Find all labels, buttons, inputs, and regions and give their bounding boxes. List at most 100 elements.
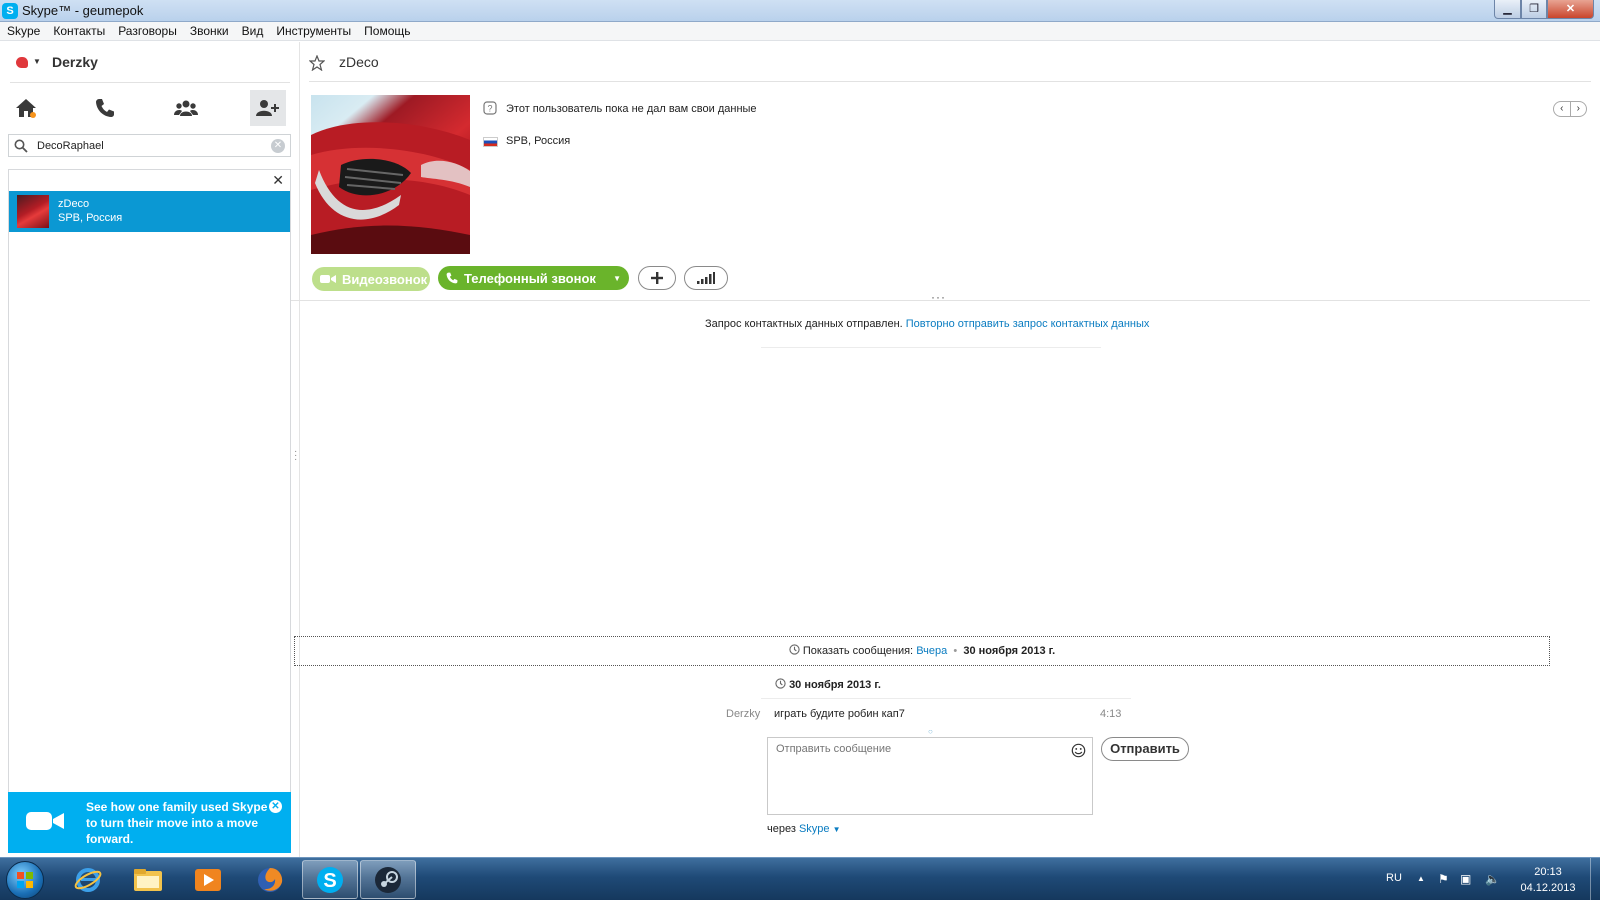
- menu-contacts[interactable]: Контакты: [46, 22, 111, 38]
- action-center-flag-icon[interactable]: ⚑: [1438, 872, 1449, 886]
- typing-indicator: ○: [928, 727, 933, 736]
- taskbar-steam[interactable]: [360, 860, 416, 899]
- message-time: 4:13: [1100, 708, 1122, 720]
- via-skype-link[interactable]: Skype: [799, 823, 830, 835]
- close-results-button[interactable]: ✕: [272, 172, 284, 189]
- previous-button[interactable]: ‹: [1554, 102, 1571, 116]
- divider: [761, 698, 1131, 699]
- menu-calls[interactable]: Звонки: [183, 22, 235, 38]
- clock-icon: [775, 678, 786, 689]
- phone-icon: [96, 99, 114, 117]
- promo-banner[interactable]: See how one family used Skype to turn th…: [8, 792, 291, 853]
- show-hidden-icons-button[interactable]: ▲: [1417, 874, 1425, 883]
- via-label: через: [767, 823, 796, 835]
- contact-result-row[interactable]: zDeco SPB, Россия: [9, 191, 290, 232]
- contact-result-name: zDeco: [58, 198, 90, 210]
- divider: [309, 81, 1591, 82]
- contact-result-location: SPB, Россия: [58, 212, 123, 224]
- chevron-down-icon[interactable]: ▼: [833, 825, 841, 834]
- taskbar-ie[interactable]: [60, 860, 116, 899]
- menu-conversations[interactable]: Разговоры: [111, 22, 183, 38]
- video-call-label: Видеозвонок: [342, 271, 428, 287]
- search-results: ✕ zDeco SPB, Россия: [8, 169, 291, 824]
- close-promo-button[interactable]: ✕: [269, 800, 282, 813]
- status-icon: [16, 57, 28, 68]
- firefox-icon: [258, 867, 283, 892]
- resend-request-link[interactable]: Повторно отправить запрос контактных дан…: [906, 318, 1150, 330]
- clock-time[interactable]: 20:13: [1518, 866, 1578, 878]
- svg-text:S: S: [323, 870, 336, 892]
- search-icon: [14, 139, 28, 153]
- skype-logo-icon: S: [2, 3, 18, 19]
- add-contact-button[interactable]: [250, 90, 286, 126]
- panel-splitter[interactable]: · · ·: [294, 447, 297, 465]
- window-title: Skype™ - geumepok: [22, 3, 144, 18]
- menu-help[interactable]: Помощь: [357, 22, 416, 38]
- contact-request-notice: Запрос контактных данных отправлен. Повт…: [705, 318, 1149, 330]
- taskbar-media-player[interactable]: [180, 860, 236, 899]
- divider: [761, 347, 1101, 348]
- show-desktop-button[interactable]: [1590, 858, 1600, 901]
- close-window-button[interactable]: ✕: [1547, 0, 1594, 19]
- russia-flag-icon: [483, 137, 498, 147]
- taskbar-skype[interactable]: S: [302, 860, 358, 899]
- divider: [10, 82, 290, 83]
- history-yesterday-link[interactable]: Вчера: [916, 645, 947, 657]
- skype-icon: S: [317, 866, 343, 893]
- media-player-icon: [195, 868, 221, 891]
- car-image: [311, 122, 470, 254]
- next-button[interactable]: ›: [1571, 102, 1587, 116]
- date-header: 30 ноября 2013 г.: [775, 678, 881, 691]
- taskbar-explorer[interactable]: [120, 860, 176, 899]
- send-button[interactable]: Отправить: [1101, 737, 1189, 761]
- history-bar: Показать сообщения: Вчера • 30 ноября 20…: [294, 636, 1550, 666]
- sidebar: ▼ Derzky ✕ ✕ zDeco SPB, Россия See how o…: [0, 42, 300, 857]
- network-icon[interactable]: ▣: [1460, 872, 1471, 886]
- avatar: [17, 195, 49, 228]
- date-header-text: 30 ноября 2013 г.: [789, 679, 881, 691]
- clear-search-button[interactable]: ✕: [271, 139, 285, 153]
- emoticon-icon[interactable]: [1071, 743, 1086, 758]
- home-icon: [16, 99, 36, 118]
- add-button[interactable]: [638, 266, 676, 290]
- plus-icon: [651, 272, 663, 284]
- menu-skype[interactable]: Skype: [0, 22, 46, 38]
- video-camera-icon: [26, 812, 64, 830]
- star-icon[interactable]: [309, 55, 325, 71]
- menu-view[interactable]: Вид: [235, 22, 270, 38]
- add-contact-icon: [256, 100, 279, 116]
- history-label: Показать сообщения:: [802, 645, 914, 657]
- history-date[interactable]: 30 ноября 2013 г.: [963, 645, 1055, 657]
- groups-button[interactable]: [168, 90, 204, 126]
- minimize-button[interactable]: ▁: [1494, 0, 1521, 19]
- taskbar-firefox[interactable]: [242, 860, 298, 899]
- expand-header-handle[interactable]: ···: [931, 290, 946, 304]
- video-call-button[interactable]: Видеозвонок: [312, 267, 430, 291]
- call-quality-button[interactable]: [684, 266, 728, 290]
- language-indicator[interactable]: RU: [1386, 872, 1402, 884]
- bullet-separator: •: [950, 645, 961, 657]
- message-sender: Derzky: [726, 708, 761, 720]
- message-input[interactable]: [776, 743, 1066, 803]
- conversation-panel: zDeco ? Этот пользователь пока не дал ва…: [291, 42, 1600, 857]
- divider: [291, 300, 1590, 301]
- steam-icon: [375, 866, 401, 893]
- chevron-down-icon[interactable]: ▼: [613, 274, 621, 283]
- clock-date[interactable]: 04.12.2013: [1518, 882, 1578, 894]
- phone-call-button[interactable]: Телефонный звонок ▼: [438, 266, 629, 290]
- clock-icon: [789, 644, 800, 655]
- video-camera-icon: [320, 275, 336, 283]
- message-text: играть будите робин кап7: [774, 708, 905, 720]
- info-question-icon: ?: [483, 101, 497, 115]
- volume-icon[interactable]: 🔈: [1485, 872, 1500, 886]
- chevron-down-icon: ▼: [33, 57, 41, 66]
- start-button[interactable]: [6, 861, 44, 899]
- request-status-text: Запрос контактных данных отправлен.: [705, 318, 903, 330]
- calls-button[interactable]: [87, 90, 123, 126]
- ie-icon: [74, 867, 102, 892]
- home-button[interactable]: [8, 90, 44, 126]
- search-input[interactable]: [37, 138, 267, 154]
- maximize-button[interactable]: ❐: [1521, 0, 1547, 19]
- menu-tools[interactable]: Инструменты: [269, 22, 357, 38]
- signal-bars-icon: [697, 272, 715, 284]
